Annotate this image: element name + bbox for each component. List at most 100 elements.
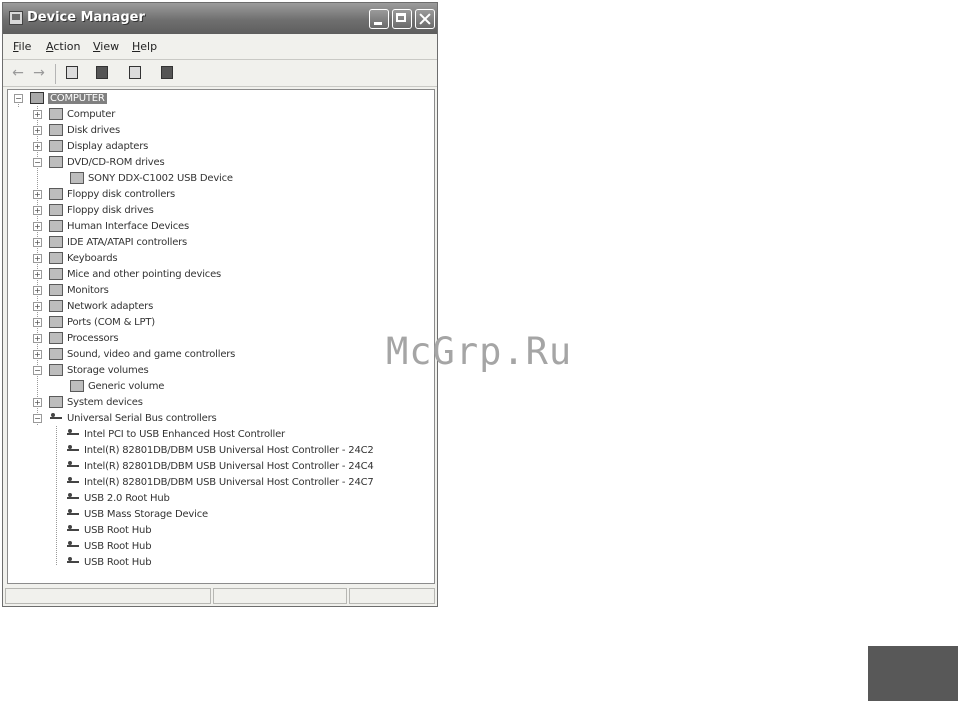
- window-title: Device Manager: [27, 10, 145, 25]
- device-manager-icon: [9, 11, 23, 25]
- tree-node-usb-item[interactable]: Intel(R) 82801DB/DBM USB Universal Host …: [66, 442, 374, 458]
- storage-volume-icon: [70, 380, 84, 392]
- tree-node-usb-item[interactable]: Intel(R) 82801DB/DBM USB Universal Host …: [66, 474, 374, 490]
- tree-root-label: COMPUTER: [48, 92, 107, 104]
- tree-node-processors[interactable]: + Processors: [33, 330, 119, 346]
- watermark: McGrp.Ru: [386, 330, 573, 373]
- tree-node-usb-item[interactable]: USB Root Hub: [66, 554, 152, 570]
- usb-icon: [66, 428, 80, 440]
- tree-root[interactable]: − COMPUTER: [14, 90, 107, 106]
- tree-node-dvd-cdrom[interactable]: − DVD/CD-ROM drives: [33, 154, 165, 170]
- menu-file[interactable]: File: [13, 40, 31, 53]
- hid-icon: [49, 220, 63, 232]
- print-icon[interactable]: [93, 64, 111, 82]
- disk-drive-icon: [49, 124, 63, 136]
- floppy-controller-icon: [49, 188, 63, 200]
- expand-icon[interactable]: +: [33, 142, 42, 151]
- tree-node-keyboards[interactable]: + Keyboards: [33, 250, 118, 266]
- usb-icon: [66, 524, 80, 536]
- tree-node-sound[interactable]: + Sound, video and game controllers: [33, 346, 235, 362]
- maximize-button[interactable]: [392, 9, 412, 29]
- collapse-icon[interactable]: −: [33, 414, 42, 423]
- expand-icon[interactable]: +: [33, 110, 42, 119]
- tree-node-ports[interactable]: + Ports (COM & LPT): [33, 314, 155, 330]
- usb-icon: [66, 492, 80, 504]
- tree-node-usb-item[interactable]: USB Root Hub: [66, 522, 152, 538]
- toolbar-separator: [55, 64, 56, 84]
- ide-controller-icon: [49, 236, 63, 248]
- tree-node-sony-dvd[interactable]: SONY DDX-C1002 USB Device: [70, 170, 233, 186]
- collapse-icon[interactable]: −: [14, 94, 23, 103]
- tree-line: [56, 426, 57, 566]
- processor-icon: [49, 332, 63, 344]
- network-adapter-icon: [49, 300, 63, 312]
- tree-node-usb-controllers[interactable]: − Universal Serial Bus controllers: [33, 410, 217, 426]
- usb-icon: [66, 476, 80, 488]
- tree-node-hid[interactable]: + Human Interface Devices: [33, 218, 189, 234]
- tree-node-storage-volumes[interactable]: − Storage volumes: [33, 362, 149, 378]
- tree-node-generic-volume[interactable]: Generic volume: [70, 378, 164, 394]
- properties-icon[interactable]: [63, 64, 81, 82]
- close-button[interactable]: [415, 9, 435, 29]
- tree-node-mice[interactable]: + Mice and other pointing devices: [33, 266, 221, 282]
- expand-icon[interactable]: +: [33, 126, 42, 135]
- status-pane: [5, 588, 211, 604]
- tree-node-usb-item[interactable]: USB 2.0 Root Hub: [66, 490, 170, 506]
- expand-icon[interactable]: +: [33, 318, 42, 327]
- usb-icon: [49, 412, 63, 424]
- mouse-icon: [49, 268, 63, 280]
- system-device-icon: [49, 396, 63, 408]
- expand-icon[interactable]: +: [33, 398, 42, 407]
- tree-node-monitors[interactable]: + Monitors: [33, 282, 109, 298]
- tree-node-disk-drives[interactable]: + Disk drives: [33, 122, 120, 138]
- scan-hardware-icon[interactable]: [158, 64, 176, 82]
- tree-node-usb-item[interactable]: Intel(R) 82801DB/DBM USB Universal Host …: [66, 458, 374, 474]
- tree-node-floppy-controllers[interactable]: + Floppy disk controllers: [33, 186, 175, 202]
- menu-help[interactable]: Help: [132, 40, 157, 53]
- tree-node-network[interactable]: + Network adapters: [33, 298, 153, 314]
- expand-icon[interactable]: +: [33, 190, 42, 199]
- menu-view[interactable]: View: [93, 40, 119, 53]
- collapse-icon[interactable]: −: [33, 158, 42, 167]
- computer-icon: [49, 108, 63, 120]
- usb-icon: [66, 556, 80, 568]
- device-tree[interactable]: − COMPUTER + Computer + Disk drives + Di…: [7, 89, 435, 584]
- expand-icon[interactable]: +: [33, 334, 42, 343]
- status-pane: [213, 588, 347, 604]
- minimize-button[interactable]: [369, 9, 389, 29]
- usb-icon: [66, 540, 80, 552]
- back-arrow-icon[interactable]: ←: [9, 64, 27, 82]
- menu-action[interactable]: Action: [46, 40, 80, 53]
- keyboard-icon: [49, 252, 63, 264]
- expand-icon[interactable]: +: [33, 286, 42, 295]
- tree-node-usb-item[interactable]: USB Mass Storage Device: [66, 506, 208, 522]
- tree-node-floppy-drives[interactable]: + Floppy disk drives: [33, 202, 154, 218]
- title-bar[interactable]: Device Manager: [3, 3, 437, 34]
- status-bar: [3, 586, 437, 606]
- storage-volume-icon: [49, 364, 63, 376]
- usb-icon: [66, 460, 80, 472]
- tree-node-ide[interactable]: + IDE ATA/ATAPI controllers: [33, 234, 187, 250]
- forward-arrow-icon[interactable]: →: [30, 64, 48, 82]
- expand-icon[interactable]: +: [33, 350, 42, 359]
- expand-icon[interactable]: +: [33, 302, 42, 311]
- usb-icon: [66, 508, 80, 520]
- dvd-drive-icon: [49, 156, 63, 168]
- tree-node-system-devices[interactable]: + System devices: [33, 394, 143, 410]
- help-icon[interactable]: [126, 64, 144, 82]
- expand-icon[interactable]: +: [33, 270, 42, 279]
- tree-node-computer[interactable]: + Computer: [33, 106, 115, 122]
- floppy-drive-icon: [49, 204, 63, 216]
- expand-icon[interactable]: +: [33, 254, 42, 263]
- expand-icon[interactable]: +: [33, 206, 42, 215]
- status-pane: [349, 588, 435, 604]
- tree-node-display-adapters[interactable]: + Display adapters: [33, 138, 148, 154]
- expand-icon[interactable]: +: [33, 238, 42, 247]
- tree-node-usb-item[interactable]: USB Root Hub: [66, 538, 152, 554]
- expand-icon[interactable]: +: [33, 222, 42, 231]
- monitor-icon: [49, 284, 63, 296]
- tree-node-usb-item[interactable]: Intel PCI to USB Enhanced Host Controlle…: [66, 426, 285, 442]
- collapse-icon[interactable]: −: [33, 366, 42, 375]
- menu-bar: File Action View Help: [3, 36, 437, 58]
- dvd-drive-icon: [70, 172, 84, 184]
